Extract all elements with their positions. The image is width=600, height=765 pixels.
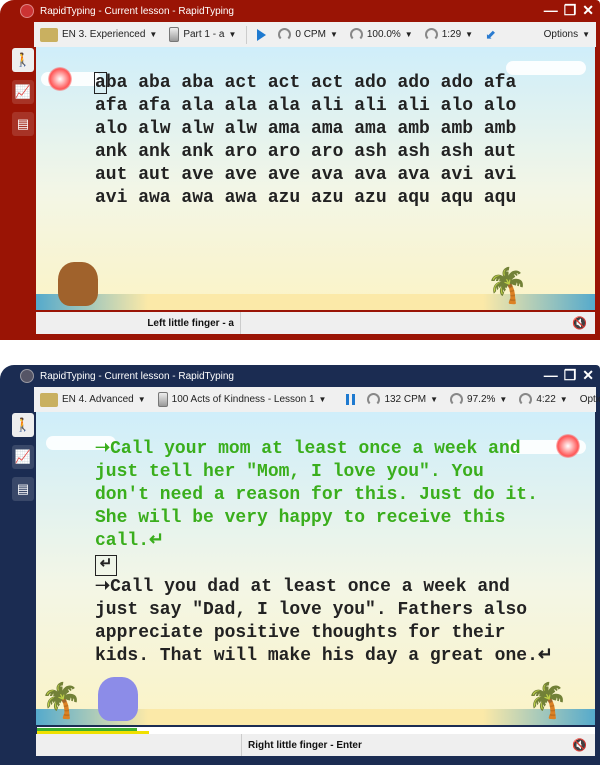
chevron-down-icon: ▼ <box>499 395 508 404</box>
chevron-down-icon: ▼ <box>559 395 568 404</box>
chevron-down-icon: ▼ <box>582 30 590 39</box>
app-window-1: RapidTyping - Current lesson - RapidTypi… <box>0 0 600 340</box>
chart-icon[interactable]: 📈 <box>12 80 34 104</box>
lesson-label: Part 1 - a <box>183 29 225 40</box>
restore-button[interactable]: ❐ <box>564 2 577 19</box>
side-tabs: 🚶 📈 ▤ <box>12 48 34 136</box>
toolbar: EN 4. Advanced ▼ 100 Acts of Kindness - L… <box>34 387 600 412</box>
time-dropdown[interactable]: 1:29 ▼ <box>419 28 479 41</box>
chevron-down-icon: ▼ <box>329 30 338 39</box>
typed-text: ➝Call your mom at least once a week and … <box>95 439 538 551</box>
speed-dropdown[interactable]: 132 CPM ▼ <box>361 393 444 406</box>
progress-bar <box>37 727 595 734</box>
sun-decoration <box>556 434 580 458</box>
target-icon <box>349 28 363 41</box>
time-value: 1:29 <box>441 29 462 40</box>
app-logo-icon <box>20 4 34 18</box>
clock-icon <box>424 28 438 41</box>
side-tabs: 🚶 📈 ▤ <box>12 413 34 501</box>
course-label: EN 3. Experienced <box>62 29 146 40</box>
finger-hint: Left little finger - a <box>36 312 241 334</box>
sound-muted-icon[interactable]: 🔇 <box>572 738 587 752</box>
accuracy-value: 97.2% <box>467 394 496 405</box>
divider <box>246 25 248 44</box>
pause-button[interactable] <box>340 394 361 405</box>
chevron-down-icon: ▼ <box>465 30 474 39</box>
lesson-dropdown[interactable]: 100 Acts of Kindness - Lesson 1 ▼ <box>152 392 333 407</box>
title-bar: RapidTyping - Current lesson - RapidTypi… <box>20 365 600 387</box>
elephant-mascot <box>98 677 138 721</box>
options-label: Options <box>543 29 579 40</box>
minimize-button[interactable]: — <box>544 367 558 384</box>
chevron-down-icon: ▼ <box>137 395 146 404</box>
walking-person-icon[interactable]: 🚶 <box>12 48 34 72</box>
pause-icon <box>346 394 356 405</box>
accuracy-value: 100.0% <box>366 29 401 40</box>
toolbar: EN 3. Experienced ▼ Part 1 - a ▼ 0 CPM ▼ 10… <box>34 22 596 47</box>
course-label: EN 4. Advanced <box>62 394 134 405</box>
speedometer-icon <box>278 28 292 41</box>
chevron-down-icon: ▼ <box>430 395 439 404</box>
sound-muted-icon[interactable]: 🔇 <box>572 316 587 330</box>
chart-icon[interactable]: 📈 <box>12 445 34 469</box>
speedometer-icon <box>367 393 381 406</box>
finger-hint: Right little finger - Enter <box>241 734 368 756</box>
enter-key-cursor: ↵ <box>95 555 117 576</box>
chevron-down-icon: ▼ <box>228 30 237 39</box>
accuracy-dropdown[interactable]: 100.0% ▼ <box>344 28 419 41</box>
restore-button[interactable]: ❐ <box>564 367 577 384</box>
cloud-decoration <box>506 61 586 75</box>
text-cursor: a <box>94 72 107 94</box>
minimize-button[interactable]: — <box>544 2 558 19</box>
speed-value: 0 CPM <box>295 29 326 40</box>
accuracy-dropdown[interactable]: 97.2% ▼ <box>444 393 513 406</box>
chevron-down-icon: ▼ <box>318 395 327 404</box>
status-bar: Left little finger - a 🔇 <box>36 312 595 334</box>
window-title: RapidTyping - Current lesson - RapidTypi… <box>40 5 234 17</box>
close-button[interactable]: ✕ <box>582 2 594 19</box>
sun-decoration <box>48 67 72 91</box>
walking-person-icon[interactable]: 🚶 <box>12 413 34 437</box>
course-dropdown[interactable]: EN 3. Experienced ▼ <box>34 27 163 42</box>
restart-button[interactable]: ⬋ <box>479 27 502 43</box>
close-button[interactable]: ✕ <box>582 367 594 384</box>
pages-icon[interactable]: ▤ <box>12 477 34 501</box>
lesson-label: 100 Acts of Kindness - Lesson 1 <box>171 394 315 405</box>
speed-dropdown[interactable]: 0 CPM ▼ <box>272 28 343 41</box>
palm-tree-decoration: 🌴 <box>526 682 569 720</box>
folder-icon <box>40 27 58 42</box>
clock-icon <box>519 393 533 406</box>
lesson-text: ➝Call your mom at least once a week and … <box>95 438 553 668</box>
lesson-text: aba aba aba act act act ado ado ado afa … <box>94 72 517 208</box>
time-value: 4:22 <box>536 394 556 405</box>
window-title: RapidTyping - Current lesson - RapidTypi… <box>40 370 234 382</box>
pages-icon[interactable]: ▤ <box>12 112 34 136</box>
document-icon <box>157 392 168 407</box>
options-label: Options <box>579 394 600 405</box>
speed-value: 132 CPM <box>384 394 427 405</box>
pending-text: ➝Call you dad at least once a week and j… <box>95 577 553 666</box>
app-logo-icon <box>20 369 34 383</box>
lesson-area[interactable]: ➝Call your mom at least once a week and … <box>36 412 595 725</box>
palm-tree-decoration: 🌴 <box>40 682 83 720</box>
palm-tree-decoration: 🌴 <box>486 267 529 305</box>
chevron-down-icon: ▼ <box>404 30 413 39</box>
play-icon <box>257 28 267 41</box>
document-icon <box>169 27 180 42</box>
status-bar: Right little finger - Enter 🔇 <box>36 734 595 756</box>
course-dropdown[interactable]: EN 4. Advanced ▼ <box>34 392 152 407</box>
options-menu[interactable]: Options▼ <box>538 29 596 40</box>
play-button[interactable] <box>251 28 272 41</box>
folder-icon <box>40 392 58 407</box>
monkey-mascot <box>58 262 98 306</box>
time-dropdown[interactable]: 4:22 ▼ <box>513 393 573 406</box>
options-menu[interactable]: Options▼ <box>574 394 600 405</box>
target-icon <box>450 393 464 406</box>
chevron-down-icon: ▼ <box>149 30 158 39</box>
back-arrow-icon: ⬋ <box>485 26 496 42</box>
lesson-area[interactable]: aba aba aba act act act ado ado ado afa … <box>36 47 595 310</box>
title-bar: RapidTyping - Current lesson - RapidTypi… <box>20 0 600 22</box>
lesson-dropdown[interactable]: Part 1 - a ▼ <box>163 27 242 42</box>
